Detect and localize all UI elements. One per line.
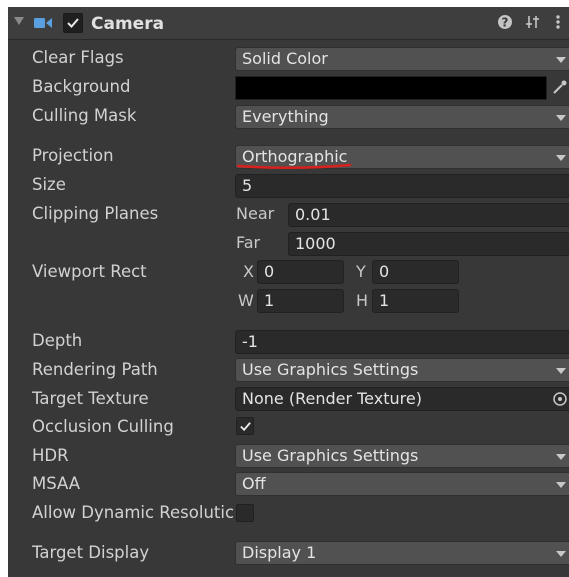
camera-icon bbox=[34, 18, 52, 28]
near-label: Near bbox=[236, 204, 275, 223]
msaa-label: MSAA bbox=[32, 474, 81, 493]
rendering-path-label: Rendering Path bbox=[32, 360, 158, 379]
chevron-down-icon bbox=[556, 57, 566, 63]
projection-value: Orthographic bbox=[242, 147, 348, 166]
preset-icon[interactable] bbox=[525, 14, 541, 30]
target-display-label: Target Display bbox=[32, 543, 150, 562]
target-texture-label: Target Texture bbox=[32, 389, 149, 408]
depth-label: Depth bbox=[32, 331, 83, 350]
chevron-down-icon bbox=[556, 482, 566, 488]
viewport-x-input[interactable]: 0 bbox=[257, 260, 344, 284]
culling-mask-label: Culling Mask bbox=[32, 106, 137, 125]
background-color-swatch[interactable] bbox=[235, 76, 547, 100]
viewport-y-input[interactable]: 0 bbox=[372, 260, 459, 284]
size-input[interactable]: 5 bbox=[235, 174, 569, 198]
depth-input[interactable]: -1 bbox=[235, 330, 569, 354]
chevron-down-icon bbox=[556, 368, 566, 374]
clear-flags-dropdown[interactable]: Solid Color bbox=[235, 47, 569, 71]
viewport-w-label: W bbox=[238, 291, 254, 310]
chevron-down-icon bbox=[556, 155, 566, 161]
eyedropper-icon[interactable] bbox=[552, 79, 568, 95]
viewport-y-label: Y bbox=[356, 262, 366, 281]
viewport-w-input[interactable]: 1 bbox=[257, 289, 344, 313]
viewport-x-label: X bbox=[243, 262, 254, 281]
projection-dropdown[interactable]: Orthographic bbox=[235, 145, 569, 169]
camera-inspector-panel: Camera ? Clear Flags Solid Color Backgro… bbox=[8, 7, 569, 577]
more-menu-icon[interactable] bbox=[554, 14, 562, 30]
viewport-rect-label: Viewport Rect bbox=[32, 262, 147, 281]
help-icon[interactable]: ? bbox=[497, 14, 513, 30]
far-clip-input[interactable]: 1000 bbox=[288, 232, 569, 256]
hdr-dropdown[interactable]: Use Graphics Settings bbox=[235, 444, 569, 468]
component-header[interactable]: Camera ? bbox=[8, 7, 569, 40]
clear-flags-value: Solid Color bbox=[242, 49, 328, 68]
viewport-h-input[interactable]: 1 bbox=[372, 289, 459, 313]
hdr-value: Use Graphics Settings bbox=[242, 446, 419, 465]
culling-mask-value: Everything bbox=[242, 107, 329, 126]
clear-flags-label: Clear Flags bbox=[32, 48, 124, 67]
object-picker-icon[interactable] bbox=[552, 391, 568, 407]
projection-label: Projection bbox=[32, 146, 114, 165]
svg-text:?: ? bbox=[502, 16, 509, 30]
occlusion-culling-label: Occlusion Culling bbox=[32, 417, 174, 436]
background-label: Background bbox=[32, 77, 131, 96]
checkmark-icon bbox=[67, 18, 79, 28]
component-title: Camera bbox=[91, 14, 165, 34]
foldout-arrow-icon[interactable] bbox=[14, 17, 24, 25]
size-label: Size bbox=[32, 175, 66, 194]
rendering-path-dropdown[interactable]: Use Graphics Settings bbox=[235, 358, 569, 382]
msaa-dropdown[interactable]: Off bbox=[235, 472, 569, 496]
target-texture-object-field[interactable]: None (Render Texture) bbox=[235, 387, 569, 411]
rendering-path-value: Use Graphics Settings bbox=[242, 360, 419, 379]
far-label: Far bbox=[236, 233, 261, 252]
checkmark-icon bbox=[240, 422, 251, 432]
chevron-down-icon bbox=[556, 454, 566, 460]
component-enabled-checkbox[interactable] bbox=[63, 13, 83, 33]
allow-dynamic-resolution-label: Allow Dynamic Resolutic bbox=[32, 503, 234, 522]
chevron-down-icon bbox=[556, 115, 566, 121]
msaa-value: Off bbox=[242, 474, 266, 493]
culling-mask-dropdown[interactable]: Everything bbox=[235, 105, 569, 129]
target-display-dropdown[interactable]: Display 1 bbox=[235, 541, 569, 565]
viewport-h-label: H bbox=[356, 291, 369, 310]
hdr-label: HDR bbox=[32, 446, 69, 465]
near-clip-input[interactable]: 0.01 bbox=[288, 203, 569, 227]
allow-dynamic-resolution-checkbox[interactable] bbox=[236, 504, 254, 522]
occlusion-culling-checkbox[interactable] bbox=[236, 417, 254, 435]
target-display-value: Display 1 bbox=[242, 543, 317, 562]
target-texture-value: None (Render Texture) bbox=[242, 389, 422, 408]
clipping-planes-label: Clipping Planes bbox=[32, 204, 159, 223]
chevron-down-icon bbox=[556, 551, 566, 557]
